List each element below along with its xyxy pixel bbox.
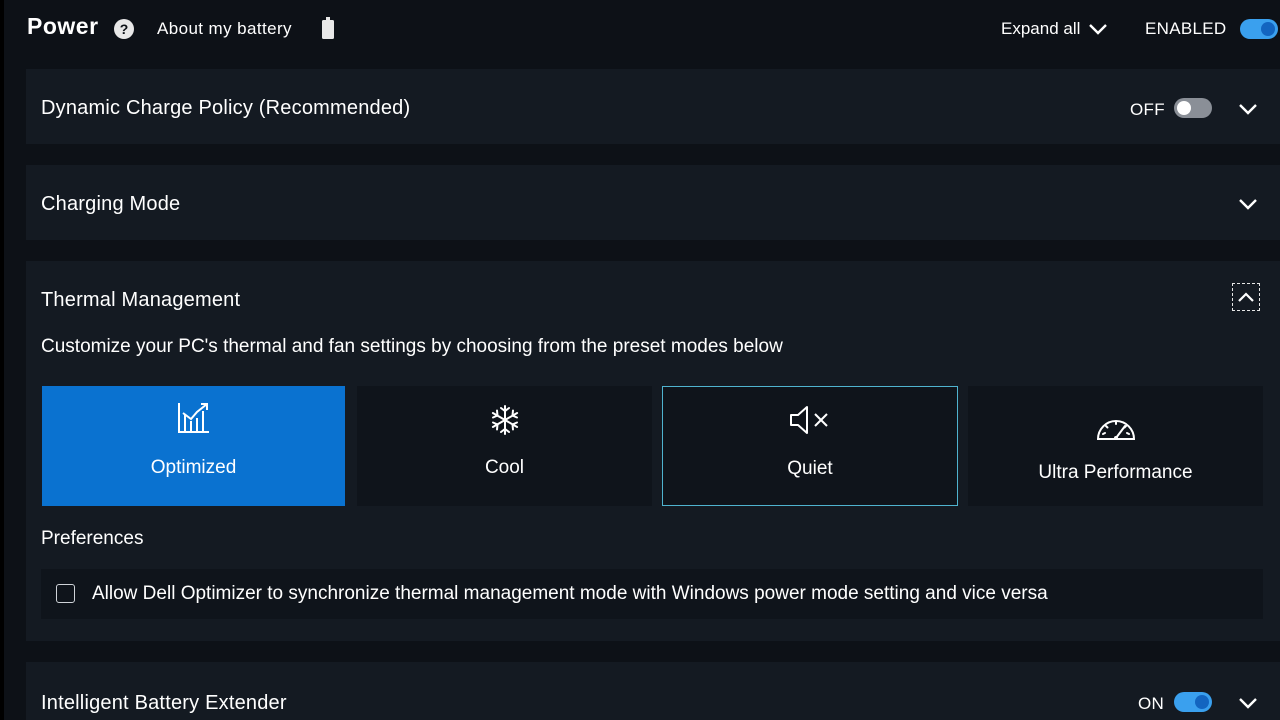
toggle-knob — [1261, 22, 1275, 36]
battery-extender-state-label: ON — [1138, 694, 1165, 713]
expand-all-button[interactable]: Expand all — [1001, 19, 1108, 39]
page-title: Power — [27, 13, 99, 39]
mode-card-ultra-performance[interactable]: Ultra Performance — [968, 386, 1263, 506]
header: Power ? About my battery Expand all ENAB… — [0, 0, 1280, 58]
preferences-label: Preferences — [41, 528, 144, 549]
dynamic-charge-toggle[interactable] — [1174, 98, 1212, 118]
chevron-down-icon[interactable] — [1238, 696, 1258, 710]
speedometer-icon — [1096, 420, 1135, 440]
mode-label: Quiet — [787, 458, 833, 479]
intelligent-battery-extender-panel: Intelligent Battery Extender ON — [26, 662, 1280, 720]
mode-label: Ultra Performance — [1038, 462, 1193, 483]
dynamic-charge-state-label: OFF — [1130, 100, 1165, 119]
battery-extender-toggle[interactable] — [1174, 692, 1212, 712]
intelligent-battery-extender-title: Intelligent Battery Extender — [41, 692, 287, 714]
chevron-down-icon — [1089, 24, 1108, 35]
optimized-chart-icon — [177, 403, 209, 433]
toggle-knob — [1195, 695, 1209, 709]
thermal-management-title: Thermal Management — [41, 289, 241, 311]
charging-mode-title: Charging Mode — [41, 193, 181, 215]
about-my-battery-link[interactable]: About my battery — [157, 19, 292, 39]
mode-card-optimized[interactable]: Optimized — [42, 386, 345, 506]
chevron-down-icon[interactable] — [1238, 197, 1258, 211]
help-icon[interactable]: ? — [114, 19, 134, 39]
dynamic-charge-policy-title: Dynamic Charge Policy (Recommended) — [41, 97, 411, 119]
enabled-label: ENABLED — [1145, 19, 1227, 38]
battery-icon — [322, 17, 334, 39]
sync-power-mode-label[interactable]: Allow Dell Optimizer to synchronize ther… — [92, 583, 1048, 605]
power-enabled-toggle[interactable] — [1240, 19, 1278, 39]
speaker-mute-icon — [790, 406, 828, 434]
thermal-management-panel: Thermal Management Customize your PC's t… — [26, 261, 1280, 641]
collapse-button[interactable] — [1232, 283, 1260, 311]
chevron-up-icon — [1238, 292, 1254, 302]
dynamic-charge-policy-panel: Dynamic Charge Policy (Recommended) OFF — [26, 69, 1280, 144]
sync-preference-row: Allow Dell Optimizer to synchronize ther… — [41, 569, 1263, 619]
toggle-knob — [1177, 101, 1191, 115]
thermal-description: Customize your PC's thermal and fan sett… — [41, 336, 783, 357]
mode-label: Cool — [484, 457, 525, 478]
snowflake-icon — [491, 405, 518, 435]
chevron-down-icon[interactable] — [1238, 102, 1258, 116]
mode-label: Optimized — [150, 457, 237, 478]
charging-mode-panel: Charging Mode — [26, 165, 1280, 240]
mode-card-cool[interactable]: Cool — [357, 386, 652, 506]
sync-power-mode-checkbox[interactable] — [56, 584, 75, 603]
expand-all-label: Expand all — [1001, 19, 1081, 38]
window-left-edge — [0, 0, 4, 720]
mode-card-quiet[interactable]: Quiet — [662, 386, 958, 506]
